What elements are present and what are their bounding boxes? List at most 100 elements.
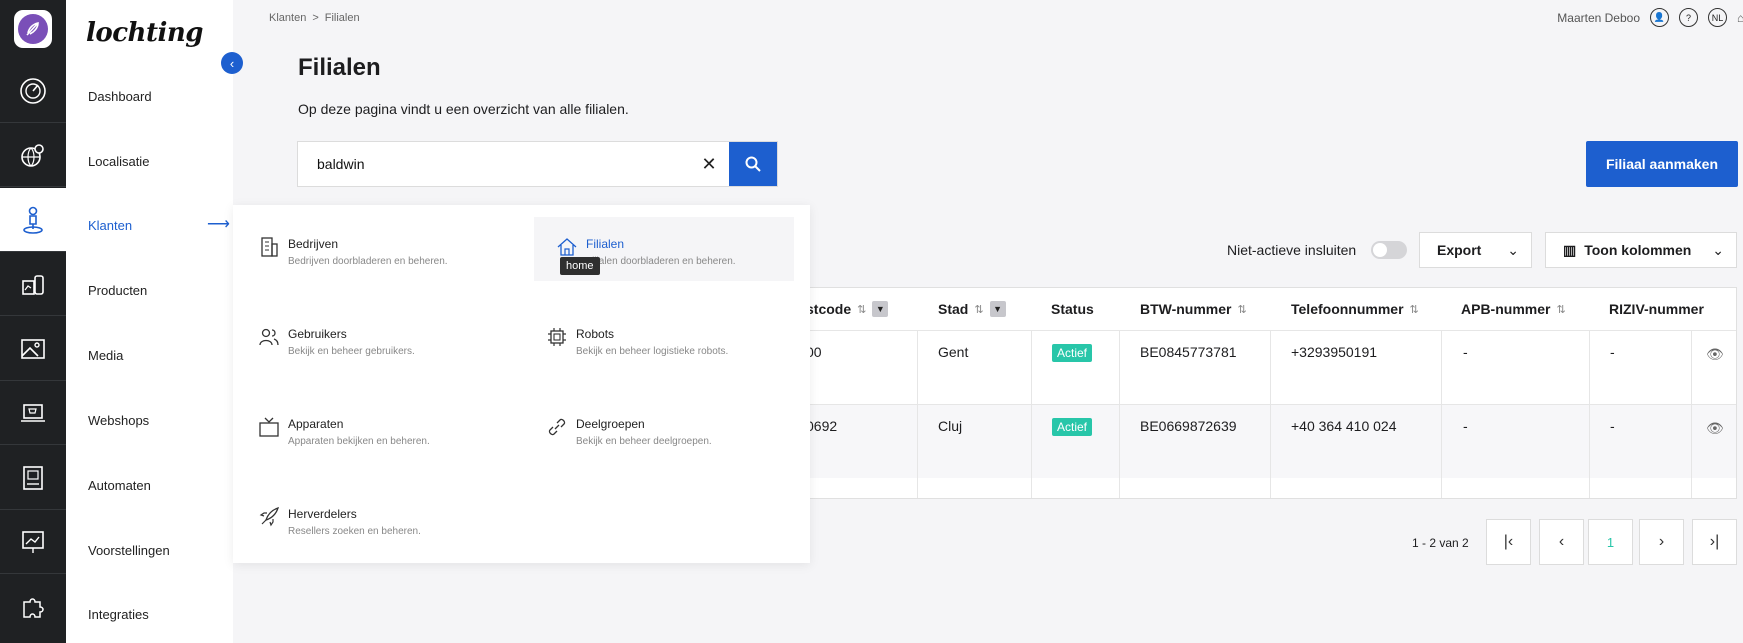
columns-dropdown[interactable]: ▥ Toon kolommen ⌄ <box>1545 232 1737 268</box>
sidebar-item-integraties[interactable]: Integraties <box>88 607 149 622</box>
bell-icon[interactable]: ⌂ <box>1737 11 1743 25</box>
menu-item-title: Deelgroepen <box>576 417 645 431</box>
puzzle-icon <box>23 598 44 618</box>
eye-icon[interactable]: 👁 <box>1706 420 1724 437</box>
menu-item-bedrijven[interactable]: Bedrijven Bedrijven doorbladeren en behe… <box>236 217 496 281</box>
column-header-postcode[interactable]: stcode ⇅ ▼ <box>806 288 889 330</box>
sort-icon[interactable]: ⇅ <box>857 303 866 316</box>
sidebar-item-voorstellingen[interactable]: Voorstellingen <box>88 543 170 558</box>
collapse-sidebar-button[interactable]: ‹ <box>221 52 243 74</box>
create-branch-button[interactable]: Filiaal aanmaken <box>1586 141 1738 187</box>
menu-item-desc: Bekijk en beheer gebruikers. <box>288 346 415 357</box>
sidebar-item-media[interactable]: Media <box>88 348 123 363</box>
sidebar-item-automaten[interactable]: Automaten <box>88 478 151 493</box>
sidebar-item-dashboard[interactable]: Dashboard <box>88 89 152 104</box>
column-header-telefoon[interactable]: Telefoonnummer ⇅ <box>1291 288 1419 330</box>
export-dropdown[interactable]: Export ⌄ <box>1419 232 1532 268</box>
rail-dashboard[interactable] <box>0 59 66 123</box>
column-header-apb[interactable]: APB-nummer ⇅ <box>1461 288 1566 330</box>
column-header-status[interactable]: Status <box>1051 288 1094 330</box>
header-label: RIZIV-nummer <box>1609 301 1704 317</box>
search-button[interactable] <box>729 142 777 186</box>
link-icon <box>548 418 566 436</box>
sort-icon[interactable]: ⇅ <box>1410 303 1419 316</box>
chevron-left-icon: ‹ <box>229 55 235 71</box>
search-icon <box>745 156 761 172</box>
vending-machine-icon <box>23 465 43 490</box>
person-pin-icon <box>23 206 43 234</box>
image-icon <box>21 338 45 359</box>
cell-telefoon: +3293950191 <box>1291 344 1378 360</box>
next-page-button[interactable]: › <box>1639 519 1684 565</box>
table-row[interactable]: 0692 Cluj Actief BE0669872639 +40 364 41… <box>701 404 1736 478</box>
column-divider <box>1691 330 1692 498</box>
last-page-button[interactable]: ›| <box>1692 519 1737 565</box>
sidebar-nav: lochting Dashboard Localisatie Klanten ⟶… <box>66 0 233 643</box>
inactive-toggle[interactable] <box>1371 241 1407 259</box>
menu-item-robots[interactable]: Robots Bekijk en beheer logistieke robot… <box>524 307 784 371</box>
menu-item-desc: Bekijk en beheer logistieke robots. <box>576 346 729 357</box>
filter-icon[interactable]: ▼ <box>872 301 889 317</box>
language-button[interactable]: NL <box>1708 8 1727 27</box>
cell-stad: Cluj <box>938 418 963 434</box>
menu-item-apparaten[interactable]: Apparaten Apparaten bekijken en beheren. <box>236 397 496 461</box>
sort-icon[interactable]: ⇅ <box>1556 303 1565 316</box>
columns-label: Toon kolommen <box>1584 242 1692 258</box>
rail-voorstellingen[interactable] <box>0 510 66 574</box>
sort-icon[interactable]: ⇅ <box>1238 303 1247 316</box>
menu-item-gebruikers[interactable]: Gebruikers Bekijk en beheer gebruikers. <box>236 307 496 371</box>
rail-localisatie[interactable] <box>0 123 66 187</box>
cell-riziv: - <box>1610 344 1615 360</box>
search-input[interactable] <box>298 142 689 186</box>
column-header-riziv[interactable]: RIZIV-nummer <box>1609 288 1704 330</box>
klanten-submenu: Bedrijven Bedrijven doorbladeren en behe… <box>233 205 810 563</box>
menu-item-desc: Bekijk en beheer deelgroepen. <box>576 436 712 447</box>
column-header-btw[interactable]: BTW-nummer ⇅ <box>1140 288 1247 330</box>
table-row[interactable]: 00 Gent Actief BE0845773781 +3293950191 … <box>701 330 1736 404</box>
menu-item-deelgroepen[interactable]: Deelgroepen Bekijk en beheer deelgroepen… <box>524 397 784 461</box>
sort-icon[interactable]: ⇅ <box>974 303 983 316</box>
menu-item-desc: Bedrijven doorbladeren en beheren. <box>288 256 448 267</box>
cell-riziv: - <box>1610 418 1615 434</box>
app-logo[interactable] <box>14 10 52 48</box>
page-number-button[interactable]: 1 <box>1588 519 1633 565</box>
laptop-cart-icon <box>21 403 45 422</box>
header-label: BTW-nummer <box>1140 301 1232 317</box>
tv-icon <box>259 417 279 437</box>
user-icon[interactable]: 👤 <box>1650 8 1669 27</box>
sidebar-item-klanten[interactable]: Klanten <box>88 218 132 233</box>
prev-page-button[interactable]: ‹ <box>1539 519 1584 565</box>
building-icon <box>261 237 278 257</box>
filter-icon[interactable]: ▼ <box>989 301 1006 317</box>
rail-integraties[interactable] <box>0 575 66 639</box>
clear-search-button[interactable]: ✕ <box>689 142 729 186</box>
sidebar-item-localisatie[interactable]: Localisatie <box>88 154 149 169</box>
menu-item-herverdelers[interactable]: Herverdelers Resellers zoeken en beheren… <box>236 487 496 551</box>
user-name[interactable]: Maarten Deboo <box>1557 11 1640 25</box>
column-divider <box>1270 330 1271 498</box>
rail-webshops[interactable] <box>0 381 66 445</box>
rail-media[interactable] <box>0 317 66 381</box>
branches-table: stcode ⇅ ▼ Stad ⇅ ▼ Status BTW-nummer ⇅ Telef… <box>700 287 1737 499</box>
header-label: APB-nummer <box>1461 301 1551 317</box>
column-header-stad[interactable]: Stad ⇅ ▼ <box>938 288 1006 330</box>
rail-automaten[interactable] <box>0 446 66 510</box>
menu-item-desc: Apparaten bekijken en beheren. <box>288 436 430 447</box>
sidebar-item-producten[interactable]: Producten <box>88 283 147 298</box>
rocket-icon <box>259 506 280 527</box>
column-divider <box>917 330 918 498</box>
cell-apb: - <box>1463 418 1468 434</box>
breadcrumb-klanten[interactable]: Klanten <box>269 12 306 24</box>
arrow-right-icon: ⟶ <box>207 216 230 233</box>
first-page-button[interactable]: |‹ <box>1486 519 1531 565</box>
help-icon[interactable]: ? <box>1679 8 1698 27</box>
cell-btw: BE0669872639 <box>1140 418 1237 434</box>
user-area: Maarten Deboo 👤 ? NL ⌂ <box>1557 8 1743 27</box>
menu-item-desc: Resellers zoeken en beheren. <box>288 526 421 537</box>
rail-producten[interactable] <box>0 252 66 316</box>
eye-icon[interactable]: 👁 <box>1706 346 1724 363</box>
export-label: Export <box>1437 242 1482 258</box>
sidebar-item-webshops[interactable]: Webshops <box>88 413 149 428</box>
rail-klanten[interactable] <box>0 188 66 252</box>
menu-item-title: Filialen <box>586 237 625 251</box>
